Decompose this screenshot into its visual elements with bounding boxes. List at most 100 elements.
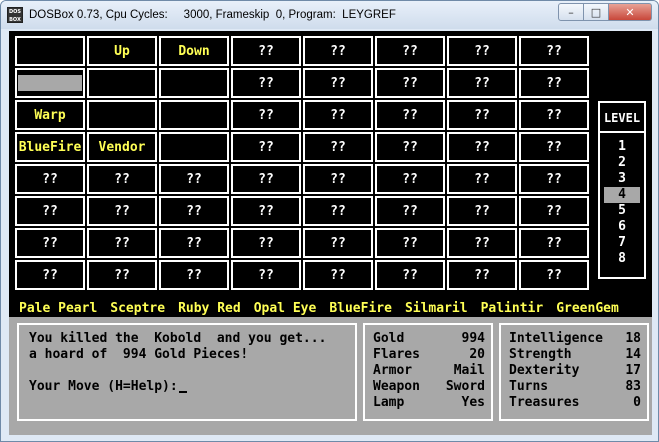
map-cell: ?? xyxy=(447,100,517,130)
map-cell-label: ?? xyxy=(114,267,130,283)
level-item: 4 xyxy=(604,187,640,203)
attribute-row-value: 17 xyxy=(625,363,641,378)
map-cell-label: ?? xyxy=(42,235,58,251)
inventory-row-label: Weapon xyxy=(373,379,420,394)
map-cell-label: ?? xyxy=(258,107,274,123)
map-cell-label: ?? xyxy=(114,171,130,187)
map-cell-label: ?? xyxy=(330,203,346,219)
map-cell: ?? xyxy=(519,228,589,258)
level-item: 2 xyxy=(618,155,626,170)
level-item: 8 xyxy=(618,251,626,266)
map-cell-label: ?? xyxy=(474,203,490,219)
map-cell xyxy=(159,68,229,98)
treasure-list: Pale Pearl Sceptre Ruby Red Opal Eye BlueFir… xyxy=(19,301,652,316)
command-prompt[interactable]: Your Move (H=Help): xyxy=(29,379,326,395)
map-cell xyxy=(87,68,157,98)
map-cell-label: ?? xyxy=(186,203,202,219)
inventory-row-value: 994 xyxy=(461,331,485,346)
map-cell: ?? xyxy=(375,196,445,226)
map-cell-label: Vendor xyxy=(98,139,146,155)
minimize-icon: – xyxy=(568,5,574,19)
map-cell: ?? xyxy=(375,260,445,290)
message-panel: You killed the Kobold and you get... a h… xyxy=(15,321,359,423)
prompt-text: Your Move (H=Help): xyxy=(29,379,178,394)
attribute-row-label: Treasures xyxy=(509,395,580,410)
map-cell xyxy=(159,100,229,130)
map-cell: Vendor xyxy=(87,132,157,162)
inventory-row-label: Lamp xyxy=(373,395,405,410)
map-cell-label: ?? xyxy=(330,107,346,123)
map-cell: ?? xyxy=(15,228,85,258)
map-cell-label: ?? xyxy=(474,235,490,251)
map-cell: ?? xyxy=(519,164,589,194)
map-cell-label: ?? xyxy=(258,267,274,283)
map-cell-label: ?? xyxy=(258,235,274,251)
map-cell-label: ?? xyxy=(474,107,490,123)
map-cell: ?? xyxy=(159,260,229,290)
map-cell: ?? xyxy=(231,260,301,290)
level-item: 1 xyxy=(618,139,626,154)
inventory-row-value: Sword xyxy=(445,379,485,394)
map-cell: ?? xyxy=(159,164,229,194)
treasure-name: Pale Pearl xyxy=(19,301,98,316)
map-cell-label: ?? xyxy=(186,267,202,283)
map-cell: ?? xyxy=(303,164,373,194)
map-cell: ?? xyxy=(87,196,157,226)
treasure-name: Opal Eye xyxy=(253,301,317,316)
attribute-row-label: Intelligence xyxy=(509,331,603,346)
map-cell: ?? xyxy=(231,68,301,98)
map-cell xyxy=(87,100,157,130)
map-cell: ?? xyxy=(87,164,157,194)
level-divider xyxy=(600,131,644,133)
map-cell-label: ?? xyxy=(42,203,58,219)
map-cell: ?? xyxy=(87,260,157,290)
inventory-row-label: Gold xyxy=(373,331,405,346)
title-bar[interactable]: DOS BOX DOSBox 0.73, Cpu Cycles: 3000, Fr… xyxy=(1,1,658,29)
map-cell-label: ?? xyxy=(186,171,202,187)
map-cell: ?? xyxy=(519,260,589,290)
map-cell: ?? xyxy=(303,100,373,130)
map-cell-label: ?? xyxy=(546,203,562,219)
map-cell: ?? xyxy=(231,228,301,258)
level-item: 6 xyxy=(618,219,626,234)
map-cell-label: ?? xyxy=(330,235,346,251)
map-cell: ?? xyxy=(303,196,373,226)
level-item: 7 xyxy=(618,235,626,250)
map-cell: ?? xyxy=(375,100,445,130)
maximize-button[interactable]: □ xyxy=(584,3,609,21)
map-cell-label: ?? xyxy=(402,171,418,187)
attribute-row: Strength 14 xyxy=(509,347,641,363)
attribute-row-value: 18 xyxy=(625,331,641,346)
map-cell: ?? xyxy=(87,228,157,258)
inventory-row: Lamp Yes xyxy=(373,395,485,411)
window-title: DOSBox 0.73, Cpu Cycles: 3000, Frameskip… xyxy=(29,9,396,21)
map-cell-label: ?? xyxy=(258,139,274,155)
text-cursor xyxy=(178,391,187,393)
map-cell: ?? xyxy=(519,36,589,66)
close-button[interactable]: ✕ xyxy=(609,3,652,21)
map-cell: ?? xyxy=(519,132,589,162)
dosbox-app-icon[interactable]: DOS BOX xyxy=(7,7,23,23)
attributes-panel: Intelligence 18 Strength 14 Dexterity 17 Turns… xyxy=(497,321,651,423)
level-panel: LEVEL 12345678 xyxy=(598,101,646,279)
map-cell: ?? xyxy=(447,164,517,194)
dos-screen[interactable]: Up Down???????????????????? Warp??????????… xyxy=(9,31,652,435)
attribute-row: Treasures 0 xyxy=(509,395,641,411)
map-cell-label: ?? xyxy=(330,139,346,155)
map-cell-label: ?? xyxy=(402,203,418,219)
map-cell-label: ?? xyxy=(474,267,490,283)
minimize-button[interactable]: – xyxy=(558,3,584,21)
treasure-name: Sceptre xyxy=(110,301,166,316)
inventory-row-value: 20 xyxy=(469,347,485,362)
map-cell: ?? xyxy=(447,132,517,162)
map-cell: ?? xyxy=(303,260,373,290)
message-line-3 xyxy=(29,363,326,379)
map-cell: Warp xyxy=(15,100,85,130)
map-cell: ?? xyxy=(447,68,517,98)
map-cell: ?? xyxy=(447,196,517,226)
map-cell-label: ?? xyxy=(330,43,346,59)
map-cell: ?? xyxy=(231,132,301,162)
map-cell: ?? xyxy=(447,36,517,66)
map-cell-label: Up xyxy=(114,43,130,59)
map-cell-label: Down xyxy=(178,43,210,59)
